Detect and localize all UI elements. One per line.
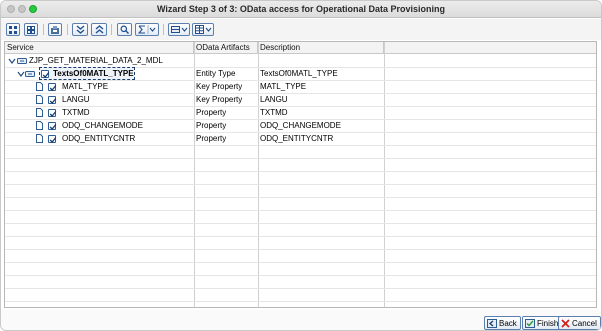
toolbar-separator <box>111 24 112 35</box>
grid-icon <box>194 25 211 34</box>
empty-row <box>5 185 596 198</box>
layout-dropdown-button[interactable] <box>168 23 190 36</box>
toolbar <box>1 19 601 40</box>
property-checkbox[interactable] <box>48 135 57 143</box>
service-icon <box>17 58 27 64</box>
toolbar-separator <box>163 24 164 35</box>
checkmark-icon <box>49 124 57 130</box>
empty-row <box>5 250 596 263</box>
expand-all-button[interactable] <box>6 23 20 36</box>
wizard-footer: Back Finish Cancel <box>1 310 601 330</box>
expand-all-icon <box>9 25 17 34</box>
find-icon <box>120 25 129 34</box>
checkmark-icon <box>49 85 57 91</box>
checkmark-icon <box>49 111 57 117</box>
property-checkbox[interactable] <box>48 122 57 130</box>
checkmark-icon <box>49 137 57 143</box>
tree-node-label: ZJP_GET_MATERIAL_DATA_2_MDL <box>29 56 163 65</box>
expand-subtree-icon <box>76 25 84 34</box>
empty-row <box>5 237 596 250</box>
tree-row-property[interactable]: TXTMD Property TXTMD <box>5 107 596 120</box>
tree-node-label: LANGU <box>62 95 90 104</box>
entity-type-icon <box>25 71 35 77</box>
column-header-odata-artifacts[interactable]: OData Artifacts <box>194 42 258 54</box>
collapse-subtree-button[interactable] <box>91 23 107 36</box>
tree-row-entity-type[interactable]: TextsOf0MATL_TYPE Entity Type TextsOf0MA… <box>5 67 596 81</box>
document-icon <box>36 95 43 104</box>
back-label: Back <box>499 318 517 328</box>
grid-dropdown-button[interactable] <box>192 23 214 36</box>
empty-row <box>5 198 596 211</box>
expand-subtree-button[interactable] <box>72 23 88 36</box>
chevron-down-icon[interactable] <box>8 57 16 65</box>
tree-row-property[interactable]: ODQ_CHANGEMODE Property ODQ_CHANGEMODE <box>5 120 596 133</box>
sum-dropdown-button[interactable] <box>135 23 159 36</box>
back-arrow-icon <box>487 318 497 328</box>
empty-row <box>5 224 596 237</box>
description-cell: ODQ_ENTITYCNTR <box>260 134 334 143</box>
artifact-cell: Entity Type <box>196 69 236 78</box>
toolbar-separator <box>43 24 44 35</box>
cancel-label: Cancel <box>572 318 597 328</box>
layout-icon <box>170 26 187 33</box>
wizard-window: Wizard Step 3 of 3: OData access for Ope… <box>0 0 602 331</box>
title-bar: Wizard Step 3 of 3: OData access for Ope… <box>1 1 601 18</box>
tree-node-label: ODQ_ENTITYCNTR <box>62 134 136 143</box>
tree-node-label: ODQ_CHANGEMODE <box>62 121 143 130</box>
empty-row <box>5 211 596 224</box>
artifact-cell: Property <box>196 121 227 130</box>
sum-icon <box>138 25 156 34</box>
tree-node-label: TextsOf0MATL_TYPE <box>53 69 134 78</box>
column-header-service[interactable]: Service <box>5 42 194 54</box>
entity-type-checkbox[interactable] <box>41 70 50 78</box>
cancel-x-icon <box>561 318 570 328</box>
empty-row <box>5 172 596 185</box>
collapse-all-button[interactable] <box>24 23 38 36</box>
window-title: Wizard Step 3 of 3: OData access for Ope… <box>157 4 445 14</box>
description-cell: TextsOf0MATL_TYPE <box>260 69 338 78</box>
description-cell: LANGU <box>260 95 288 104</box>
checkmark-icon <box>42 72 50 78</box>
tree-node-label: TXTMD <box>62 108 90 117</box>
description-cell: MATL_TYPE <box>260 82 307 91</box>
empty-row <box>5 276 596 289</box>
document-icon <box>36 82 43 91</box>
artifact-cell: Key Property <box>196 95 243 104</box>
description-cell: ODQ_CHANGEMODE <box>260 121 341 130</box>
document-icon <box>36 121 43 130</box>
finish-check-icon <box>525 318 535 328</box>
description-cell: TXTMD <box>260 108 288 117</box>
document-icon <box>36 134 43 143</box>
artifact-cell: Property <box>196 108 227 117</box>
document-icon <box>36 108 43 117</box>
empty-row <box>5 146 596 159</box>
back-button[interactable]: Back <box>484 316 521 330</box>
property-checkbox[interactable] <box>48 109 57 117</box>
toolbar-separator <box>67 24 68 35</box>
property-checkbox[interactable] <box>48 96 57 104</box>
finish-button[interactable]: Finish <box>522 316 563 330</box>
grid-header: Service OData Artifacts Description <box>5 42 596 54</box>
collapse-all-icon <box>27 25 35 34</box>
property-checkbox[interactable] <box>48 83 57 91</box>
empty-row <box>5 159 596 172</box>
details-icon <box>51 25 59 34</box>
chevron-down-icon[interactable] <box>17 70 25 78</box>
tree-node-label: MATL_TYPE <box>62 82 109 91</box>
empty-row <box>5 263 596 276</box>
tree-row-property[interactable]: MATL_TYPE Key Property MATL_TYPE <box>5 81 596 94</box>
artifact-cell: Key Property <box>196 82 243 91</box>
tree-row-property[interactable]: LANGU Key Property LANGU <box>5 94 596 107</box>
service-tree-grid: Service OData Artifacts Description ZJP_… <box>4 41 597 308</box>
find-button[interactable] <box>117 23 132 36</box>
finish-label: Finish <box>537 318 559 328</box>
checkmark-icon <box>49 98 57 104</box>
details-button[interactable] <box>48 23 62 36</box>
collapse-subtree-icon <box>95 25 103 34</box>
empty-row <box>5 289 596 302</box>
cancel-button[interactable]: Cancel <box>558 316 601 330</box>
tree-row-property[interactable]: ODQ_ENTITYCNTR Property ODQ_ENTITYCNTR <box>5 133 596 146</box>
artifact-cell: Property <box>196 134 227 143</box>
column-header-description[interactable]: Description <box>258 42 384 54</box>
